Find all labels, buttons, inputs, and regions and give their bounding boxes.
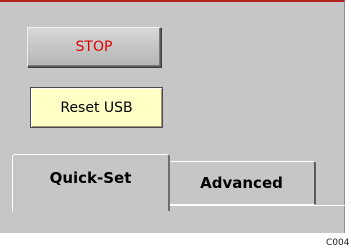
tab-baseline-divider (170, 205, 345, 206)
stop-button[interactable]: STOP (27, 27, 161, 67)
control-panel: STOP Reset USB Quick-Set Advanced (0, 0, 345, 233)
tab-strip: Quick-Set Advanced (0, 154, 345, 214)
figure-code-label: C004 (326, 238, 350, 248)
tab-quick-set[interactable]: Quick-Set (12, 154, 170, 211)
reset-usb-button[interactable]: Reset USB (30, 87, 163, 128)
tab-advanced[interactable]: Advanced (168, 161, 316, 205)
